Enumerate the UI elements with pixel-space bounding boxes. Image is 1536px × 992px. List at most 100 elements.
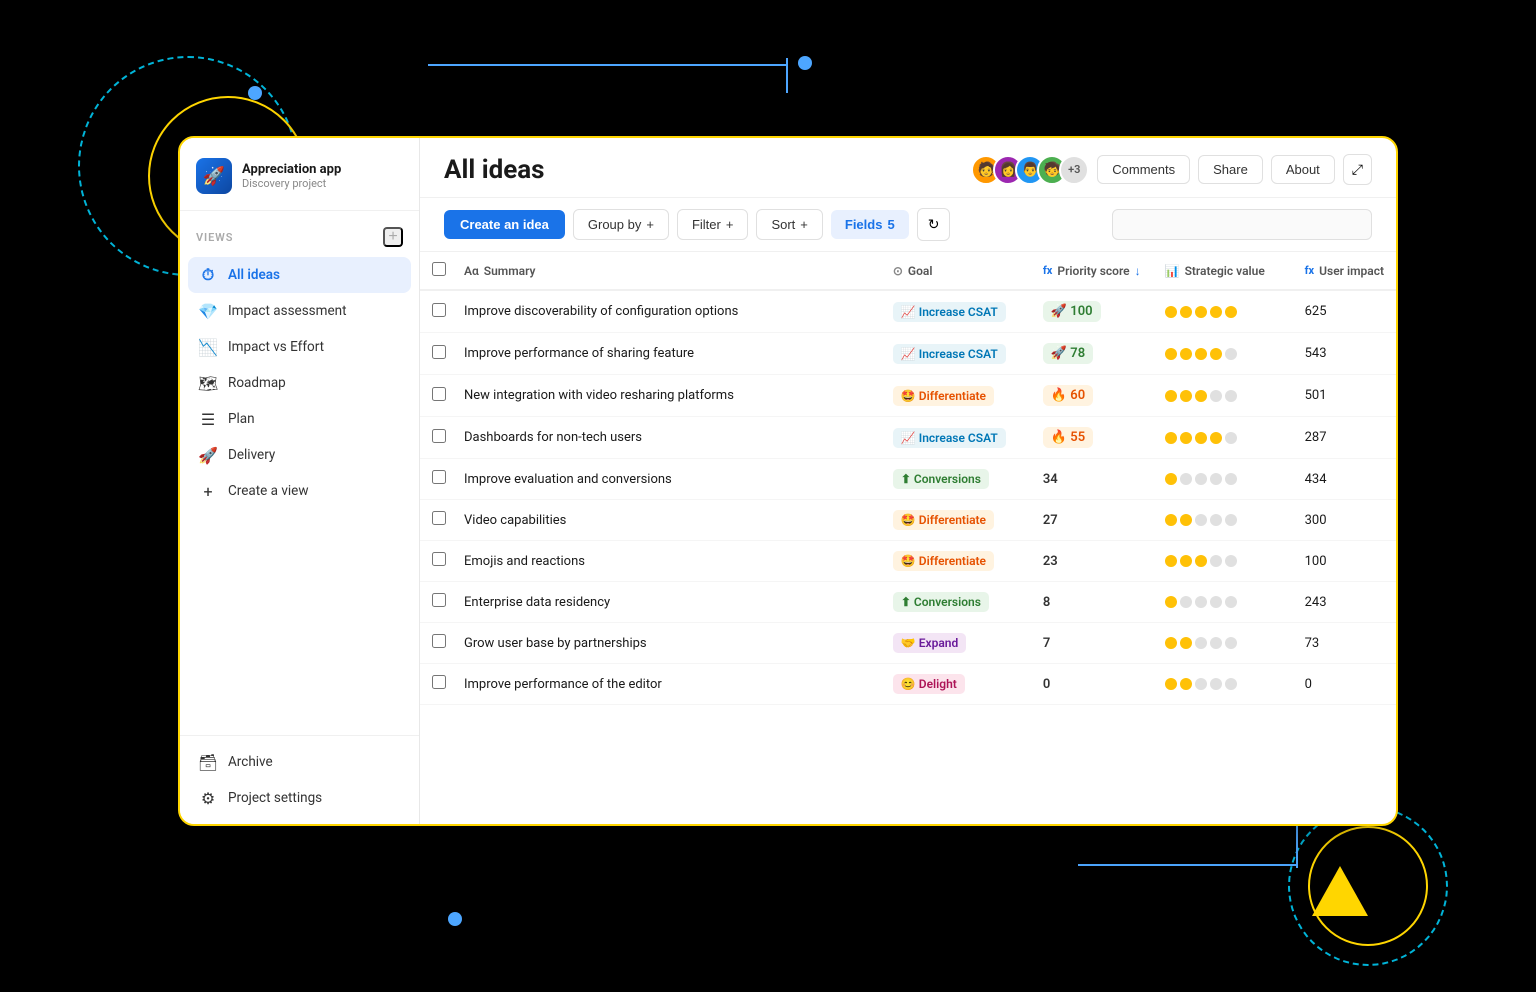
- row-summary-8[interactable]: Grow user base by partnerships: [452, 623, 881, 664]
- row-priority-7[interactable]: 8: [1031, 582, 1153, 623]
- sort-button[interactable]: Sort +: [756, 209, 822, 240]
- table-row: Improve discoverability of configuration…: [420, 290, 1396, 333]
- search-input[interactable]: [1112, 209, 1372, 240]
- row-checkbox-1[interactable]: [432, 345, 446, 359]
- th-goal[interactable]: ⊙ Goal: [881, 252, 1031, 290]
- row-strategic-1[interactable]: [1153, 333, 1293, 375]
- row-priority-0[interactable]: 🚀 100: [1031, 290, 1153, 333]
- sidebar-item-project-settings[interactable]: ⚙Project settings: [188, 780, 411, 816]
- row-impact-3[interactable]: 287: [1293, 417, 1396, 459]
- row-goal-5[interactable]: 🤩 Differentiate: [881, 500, 1031, 541]
- sidebar-item-delivery[interactable]: 🚀Delivery: [188, 437, 411, 473]
- row-summary-3[interactable]: Dashboards for non-tech users: [452, 417, 881, 459]
- row-impact-5[interactable]: 300: [1293, 500, 1396, 541]
- row-strategic-3[interactable]: [1153, 417, 1293, 459]
- th-strategic[interactable]: 📊 Strategic value: [1153, 252, 1293, 290]
- row-checkbox-2[interactable]: [432, 387, 446, 401]
- row-impact-0[interactable]: 625: [1293, 290, 1396, 333]
- row-strategic-2[interactable]: [1153, 375, 1293, 417]
- row-summary-5[interactable]: Video capabilities: [452, 500, 881, 541]
- row-strategic-5[interactable]: [1153, 500, 1293, 541]
- row-goal-3[interactable]: 📈 Increase CSAT: [881, 417, 1031, 459]
- row-impact-7[interactable]: 243: [1293, 582, 1396, 623]
- row-strategic-9[interactable]: [1153, 664, 1293, 705]
- fields-button[interactable]: Fields 5: [831, 210, 909, 239]
- row-checkbox-8[interactable]: [432, 634, 446, 648]
- ideas-table: Aα Summary ⊙ Goal: [420, 252, 1396, 705]
- sidebar-item-roadmap[interactable]: 🗺Roadmap: [188, 365, 411, 401]
- filter-button[interactable]: Filter +: [677, 209, 748, 240]
- row-priority-9[interactable]: 0: [1031, 664, 1153, 705]
- sidebar-item-create-view[interactable]: +Create a view: [188, 473, 411, 509]
- row-goal-4[interactable]: ⬆ Conversions: [881, 459, 1031, 500]
- row-strategic-4[interactable]: [1153, 459, 1293, 500]
- select-all-checkbox[interactable]: [432, 262, 446, 276]
- expand-button[interactable]: ⤢: [1343, 154, 1372, 185]
- add-view-button[interactable]: +: [383, 227, 403, 247]
- strategic-col-label: Strategic value: [1185, 264, 1265, 278]
- row-checkbox-9[interactable]: [432, 675, 446, 689]
- row-priority-1[interactable]: 🚀 78: [1031, 333, 1153, 375]
- row-checkbox-4[interactable]: [432, 470, 446, 484]
- row-impact-9[interactable]: 0: [1293, 664, 1396, 705]
- row-summary-1[interactable]: Improve performance of sharing feature: [452, 333, 881, 375]
- row-priority-6[interactable]: 23: [1031, 541, 1153, 582]
- row-goal-0[interactable]: 📈 Increase CSAT: [881, 290, 1031, 333]
- row-goal-6[interactable]: 🤩 Differentiate: [881, 541, 1031, 582]
- row-goal-7[interactable]: ⬆ Conversions: [881, 582, 1031, 623]
- sidebar-item-impact-assessment[interactable]: 💎Impact assessment: [188, 293, 411, 329]
- group-by-button[interactable]: Group by +: [573, 209, 669, 240]
- table-row: New integration with video resharing pla…: [420, 375, 1396, 417]
- refresh-icon: ↻: [928, 216, 940, 232]
- th-impact[interactable]: fx User impact: [1293, 252, 1396, 290]
- row-summary-0[interactable]: Improve discoverability of configuration…: [452, 290, 881, 333]
- row-checkbox-6[interactable]: [432, 552, 446, 566]
- row-checkbox-0[interactable]: [432, 303, 446, 317]
- row-strategic-6[interactable]: [1153, 541, 1293, 582]
- nav-icon-impact-assessment: 💎: [198, 301, 218, 321]
- row-priority-8[interactable]: 7: [1031, 623, 1153, 664]
- share-button[interactable]: Share: [1198, 155, 1263, 184]
- row-priority-2[interactable]: 🔥 60: [1031, 375, 1153, 417]
- row-impact-2[interactable]: 501: [1293, 375, 1396, 417]
- row-checkbox-5[interactable]: [432, 511, 446, 525]
- dot-1: [1180, 432, 1192, 444]
- row-priority-4[interactable]: 34: [1031, 459, 1153, 500]
- sidebar-item-all-ideas[interactable]: ⏱All ideas: [188, 257, 411, 293]
- row-strategic-0[interactable]: [1153, 290, 1293, 333]
- row-strategic-8[interactable]: [1153, 623, 1293, 664]
- row-priority-3[interactable]: 🔥 55: [1031, 417, 1153, 459]
- row-impact-8[interactable]: 73: [1293, 623, 1396, 664]
- row-strategic-7[interactable]: [1153, 582, 1293, 623]
- row-goal-2[interactable]: 🤩 Differentiate: [881, 375, 1031, 417]
- refresh-button[interactable]: ↻: [917, 208, 951, 241]
- row-summary-2[interactable]: New integration with video resharing pla…: [452, 375, 881, 417]
- row-goal-9[interactable]: 😊 Delight: [881, 664, 1031, 705]
- create-idea-button[interactable]: Create an idea: [444, 210, 565, 239]
- table-row: Improve performance of sharing feature 📈…: [420, 333, 1396, 375]
- row-priority-5[interactable]: 27: [1031, 500, 1153, 541]
- th-priority[interactable]: fx Priority score ↓: [1031, 252, 1153, 290]
- row-checkbox-7[interactable]: [432, 593, 446, 607]
- row-impact-6[interactable]: 100: [1293, 541, 1396, 582]
- toolbar: Create an idea Group by + Filter + Sort …: [420, 198, 1396, 252]
- nav-label-plan: Plan: [228, 411, 255, 427]
- goal-badge-5: 🤩 Differentiate: [893, 510, 994, 530]
- row-impact-4[interactable]: 434: [1293, 459, 1396, 500]
- row-summary-9[interactable]: Improve performance of the editor: [452, 664, 881, 705]
- sidebar-item-plan[interactable]: ☰Plan: [188, 401, 411, 437]
- nav-icon-create-view: +: [198, 481, 218, 501]
- row-goal-1[interactable]: 📈 Increase CSAT: [881, 333, 1031, 375]
- row-impact-1[interactable]: 543: [1293, 333, 1396, 375]
- row-checkbox-3[interactable]: [432, 429, 446, 443]
- row-summary-4[interactable]: Improve evaluation and conversions: [452, 459, 881, 500]
- about-button[interactable]: About: [1271, 155, 1335, 184]
- row-goal-8[interactable]: 🤝 Expand: [881, 623, 1031, 664]
- comments-button[interactable]: Comments: [1097, 155, 1190, 184]
- sidebar-item-archive[interactable]: 🗃Archive: [188, 744, 411, 780]
- row-summary-6[interactable]: Emojis and reactions: [452, 541, 881, 582]
- dot-1: [1180, 637, 1192, 649]
- row-summary-7[interactable]: Enterprise data residency: [452, 582, 881, 623]
- th-summary[interactable]: Aα Summary: [452, 252, 881, 290]
- sidebar-item-impact-vs-effort[interactable]: 📉Impact vs Effort: [188, 329, 411, 365]
